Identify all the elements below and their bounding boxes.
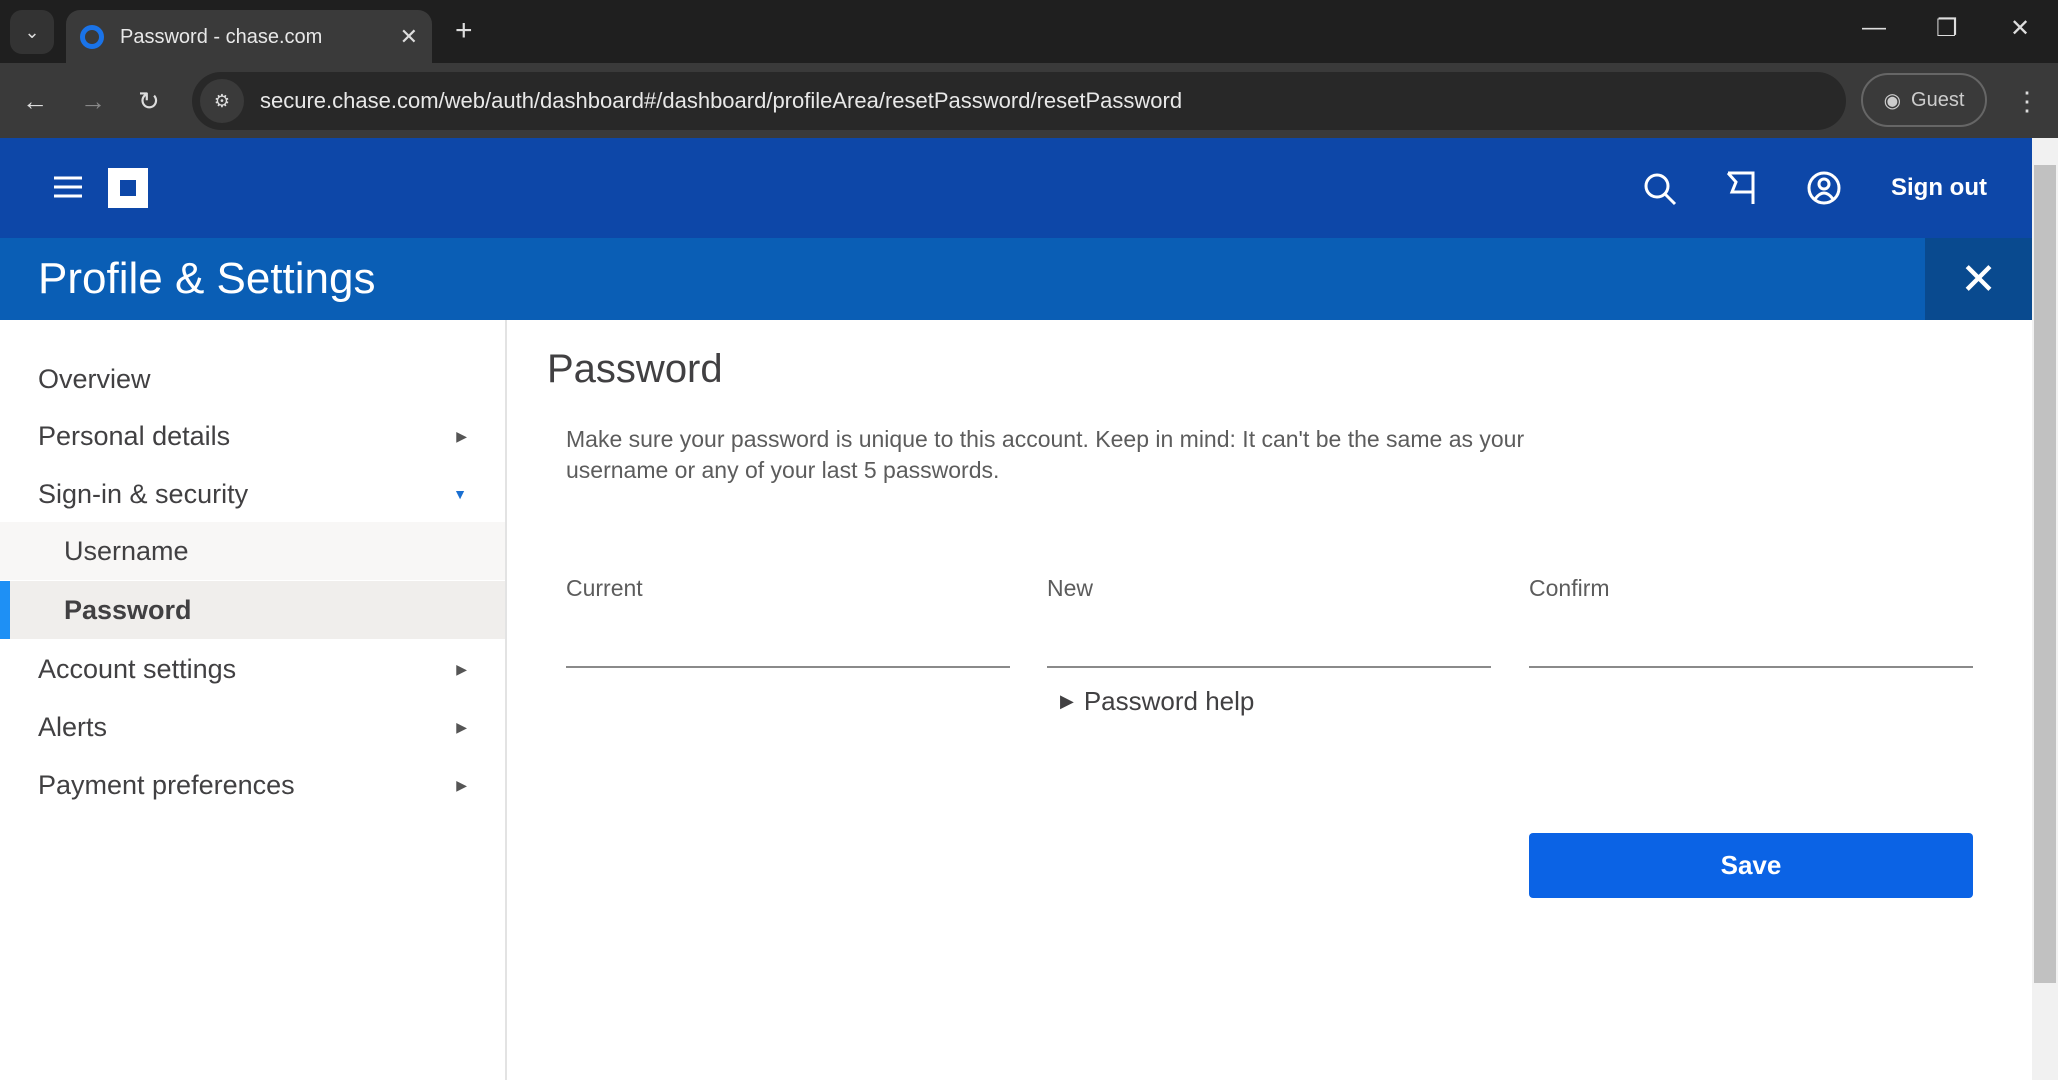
confirm-password-label: Confirm: [1529, 575, 1610, 601]
save-button[interactable]: Save: [1529, 833, 1973, 898]
sidebar-item-sign-in-security[interactable]: Sign-in & security ▼: [0, 465, 505, 523]
caret-right-icon: ▶: [456, 718, 467, 735]
current-password-input[interactable]: [566, 620, 1010, 668]
url-text: secure.chase.com/web/auth/dashboard#/das…: [260, 88, 1183, 113]
current-password-label: Current: [566, 575, 643, 601]
profile-label: Guest: [1911, 88, 1965, 111]
tab-title: Password - chase.com: [120, 25, 323, 48]
reload-button[interactable]: ↻: [138, 86, 160, 117]
sidebar-item-payment-preferences[interactable]: Payment preferences ▶: [0, 756, 505, 814]
sidebar-item-label: Account settings: [38, 653, 237, 684]
search-icon[interactable]: [1643, 172, 1677, 206]
menu-icon[interactable]: ⋮: [2014, 86, 2040, 117]
page-title: Profile & Settings: [38, 254, 376, 303]
minimize-button[interactable]: —: [1862, 14, 1886, 42]
forward-button[interactable]: →: [80, 86, 106, 117]
close-icon: ✕: [1960, 254, 1997, 304]
restore-button[interactable]: ❐: [1936, 14, 1958, 43]
password-help-label: Password help: [1083, 686, 1255, 716]
caret-right-icon: ▶: [456, 776, 467, 793]
close-window-button[interactable]: ✕: [2010, 14, 2030, 43]
back-button[interactable]: ←: [22, 86, 48, 117]
profile-button[interactable]: ◉ Guest: [1861, 73, 1987, 127]
sidebar-item-personal-details[interactable]: Personal details ▶: [0, 407, 505, 465]
sidebar-item-account-settings[interactable]: Account settings ▶: [0, 640, 505, 698]
sidebar-item-password[interactable]: Password: [0, 581, 505, 639]
new-tab-button[interactable]: +: [455, 14, 473, 48]
sidebar-item-label: Username: [64, 535, 189, 566]
sidebar-item-label: Overview: [38, 363, 151, 394]
confirm-password-input[interactable]: [1529, 620, 1973, 668]
new-password-input[interactable]: [1047, 620, 1491, 668]
password-description: Make sure your password is unique to thi…: [566, 426, 1525, 483]
sidebar-item-label: Payment preferences: [38, 769, 295, 800]
sidebar-item-overview[interactable]: Overview: [0, 350, 505, 408]
site-info-icon[interactable]: ⚙: [200, 79, 244, 123]
sidebar-item-label: Alerts: [38, 711, 108, 742]
messages-flag-icon[interactable]: [1726, 170, 1756, 206]
profile-icon: ◉: [1883, 89, 1902, 112]
sidebar-item-alerts[interactable]: Alerts ▶: [0, 698, 505, 756]
section-title: Password: [547, 347, 723, 391]
chase-logo-icon[interactable]: [108, 168, 148, 208]
address-bar[interactable]: ⚙ secure.chase.com/web/auth/dashboard#/d…: [192, 72, 1846, 130]
caret-right-icon: ▶: [456, 427, 467, 444]
password-help-toggle[interactable]: ▶ Password help: [1060, 686, 1254, 717]
new-password-label: New: [1047, 575, 1094, 601]
caret-right-icon: ▶: [1060, 691, 1074, 711]
scrollbar-thumb[interactable]: [2034, 165, 2056, 983]
tab-search-button[interactable]: ⌄: [10, 10, 54, 54]
close-tab-icon[interactable]: ✕: [400, 24, 418, 50]
profile-icon[interactable]: [1806, 170, 1842, 206]
caret-right-icon: ▶: [456, 660, 467, 677]
browser-tab[interactable]: Password - chase.com ✕: [66, 10, 432, 64]
sidebar-item-label: Personal details: [38, 420, 231, 451]
sidebar-item-username[interactable]: Username: [0, 522, 505, 580]
sign-out-link[interactable]: Sign out: [1891, 174, 1987, 202]
sidebar-item-label: Password: [64, 594, 192, 625]
caret-down-icon: ▼: [453, 486, 467, 502]
sidebar: Overview Personal details ▶ Sign-in & sec…: [0, 320, 507, 1080]
chase-favicon-icon: [80, 25, 104, 49]
hamburger-menu-icon[interactable]: [54, 175, 82, 199]
close-button[interactable]: ✕: [1925, 238, 2032, 320]
sidebar-item-label: Sign-in & security: [38, 478, 249, 509]
